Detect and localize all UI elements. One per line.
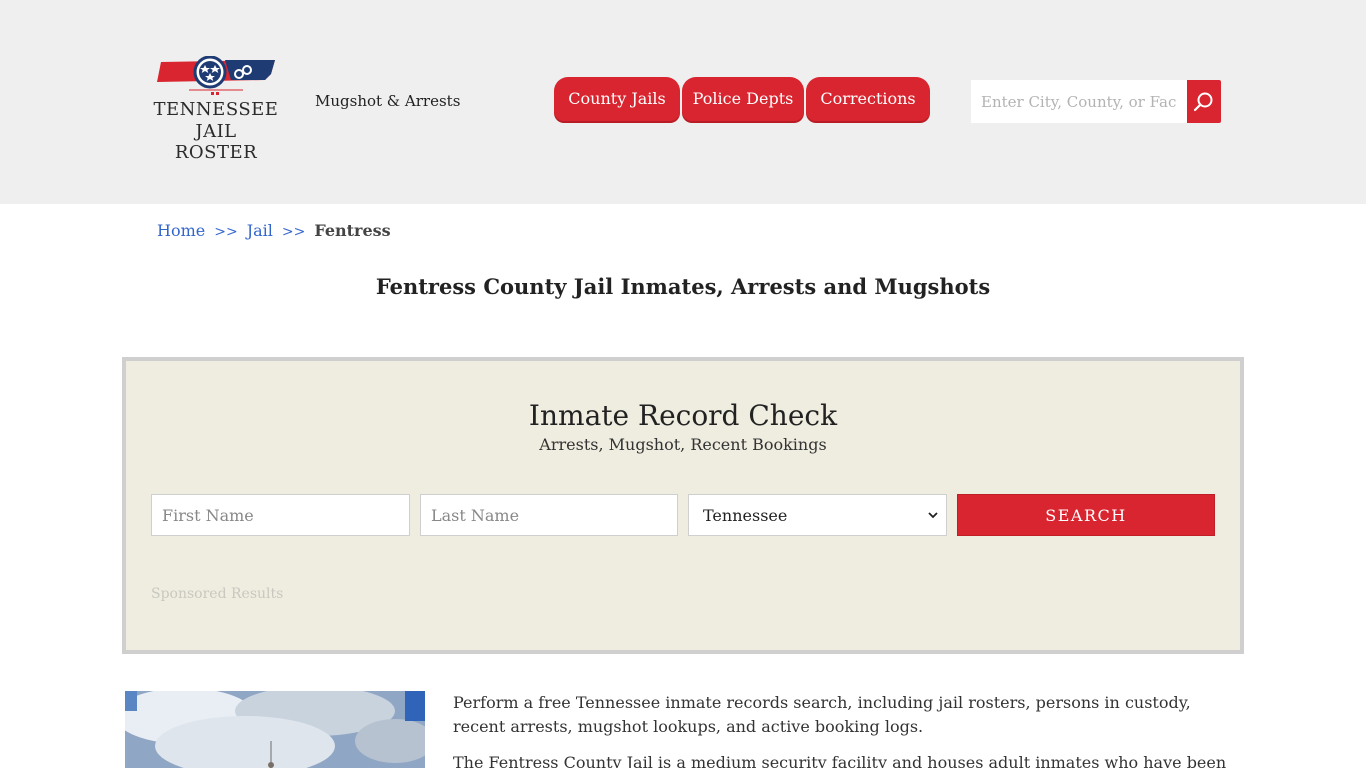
breadcrumb-separator: >> <box>214 224 238 240</box>
record-search-button[interactable]: SEARCH <box>957 494 1215 536</box>
breadcrumb-jail[interactable]: Jail <box>247 221 273 240</box>
sponsored-label: Sponsored Results <box>151 586 284 602</box>
logo-line-2: JAIL ROSTER <box>174 121 258 163</box>
page-title: Fentress County Jail Inmates, Arrests an… <box>375 274 991 299</box>
search-icon <box>1193 92 1213 111</box>
chevron-down-icon <box>928 512 938 519</box>
record-check-title: Inmate Record Check <box>528 399 838 432</box>
record-check-subtitle: Arrests, Mugshot, Recent Bookings <box>539 435 827 454</box>
nav-county-jails[interactable]: County Jails <box>554 77 680 121</box>
content-paragraph: Perform a free Tennessee inmate records … <box>453 693 1191 736</box>
site-search <box>971 80 1221 123</box>
state-select-value: Tennessee <box>703 505 788 525</box>
site-logo[interactable]: TENNESSEE JAIL ROSTER <box>153 56 283 163</box>
logo-line-1: TENNESSEE <box>153 99 279 120</box>
breadcrumb-separator: >> <box>281 224 306 240</box>
breadcrumb-home[interactable]: Home <box>157 221 205 240</box>
breadcrumb-current: Fentress <box>314 221 391 240</box>
main-content: Perform a free Tennessee inmate records … <box>453 691 1243 768</box>
breadcrumb: Home >> Jail >> Fentress <box>157 221 391 240</box>
state-select[interactable]: Tennessee <box>688 494 947 536</box>
content-paragraph: The Fentress County Jail is a medium sec… <box>453 753 1227 768</box>
first-name-input[interactable] <box>151 494 410 536</box>
jail-photo <box>125 691 425 768</box>
site-search-input[interactable] <box>971 80 1187 123</box>
inmate-record-check: Inmate Record Check Arrests, Mugshot, Re… <box>122 357 1244 654</box>
site-header: TENNESSEE JAIL ROSTER Mugshot & Arrests … <box>0 0 1366 204</box>
nav-corrections[interactable]: Corrections <box>806 77 930 121</box>
site-search-button[interactable] <box>1187 80 1221 123</box>
tennessee-flag-icon <box>157 56 275 95</box>
nav-police-depts[interactable]: Police Depts <box>682 77 804 121</box>
site-tagline: Mugshot & Arrests <box>315 92 461 110</box>
last-name-input[interactable] <box>420 494 678 536</box>
